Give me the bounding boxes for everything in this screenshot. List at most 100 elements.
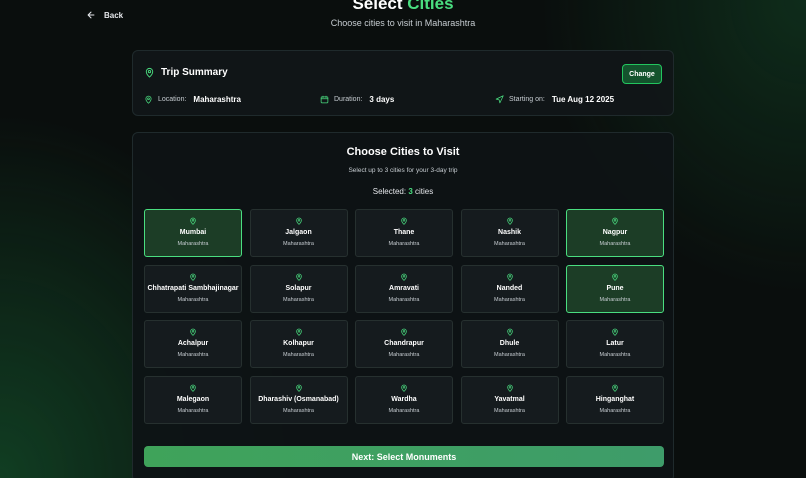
start-meta: Starting on: Tue Aug 12 2025 (495, 95, 614, 104)
city-state: Maharashtra (599, 352, 631, 358)
map-pin-icon (506, 328, 513, 336)
map-pin-icon (190, 328, 196, 336)
city-name: Amravati (389, 284, 419, 292)
city-name: Jalgaon (285, 229, 312, 236)
city-state: Maharashtra (599, 296, 631, 303)
city-name: Thane (393, 229, 415, 236)
city-card[interactable]: Nashik Maharashtra (460, 209, 559, 257)
map-pin-icon (612, 384, 618, 392)
map-pin-icon (190, 384, 196, 392)
city-card[interactable]: Nagpur Maharashtra (566, 209, 664, 257)
map-pin-icon (506, 384, 513, 392)
city-name: Kolhapur (283, 340, 314, 347)
selected-label: Selected: (372, 187, 407, 196)
city-name: Hinganghat (595, 395, 635, 403)
navigation-icon (495, 95, 504, 104)
start-value: Tue Aug 12 2025 (551, 95, 615, 104)
map-pin-icon (145, 95, 152, 104)
city-grid: Mumbai Maharashtra Jalgaon Maharashtra Thane… (144, 209, 664, 424)
map-pin-icon (506, 217, 513, 225)
city-name: Pune (606, 284, 624, 292)
duration-meta: Duration: 3 days (320, 95, 394, 104)
map-pin-icon (401, 217, 407, 225)
map-pin-icon (401, 328, 407, 336)
duration-value: 3 days (369, 95, 395, 104)
change-button[interactable]: Change (622, 64, 662, 84)
city-name: Yavatmal (494, 395, 525, 403)
city-name: Nagpur (602, 229, 628, 236)
city-state: Maharashtra (283, 241, 314, 247)
city-state: Maharashtra (283, 296, 314, 303)
city-card[interactable]: Dhule Maharashtra (460, 320, 559, 368)
city-card[interactable]: Pune Maharashtra (566, 264, 664, 313)
city-state: Maharashtra (599, 241, 631, 247)
city-card[interactable]: Mumbai Maharashtra (144, 209, 242, 257)
city-name: Chhatrapati Sambhajinagar (147, 284, 239, 292)
city-state: Maharashtra (494, 241, 525, 247)
city-state: Maharashtra (494, 407, 525, 414)
location-value: Maharashtra (193, 95, 241, 104)
city-card[interactable]: Amravati Maharashtra (355, 264, 453, 313)
map-pin-icon (295, 384, 302, 392)
city-state: Maharashtra (177, 241, 209, 247)
city-selection-panel: Choose Cities to Visit Select up to 3 ci… (132, 132, 674, 478)
start-label: Starting on: (509, 96, 545, 103)
city-name: Achalpur (177, 340, 209, 347)
city-card[interactable]: Chhatrapati Sambhajinagar Maharashtra (144, 264, 242, 313)
city-state: Maharashtra (494, 296, 525, 303)
city-card[interactable]: Thane Maharashtra (355, 209, 453, 257)
city-card[interactable]: Nanded Maharashtra (460, 264, 559, 313)
city-name: Dharashiv (Osmanabad) (258, 395, 339, 403)
map-pin-icon (295, 328, 302, 336)
city-state: Maharashtra (177, 352, 209, 358)
city-card[interactable]: Dharashiv (Osmanabad) Maharashtra (249, 375, 348, 424)
next-select-monuments-button[interactable]: Next: Select Monuments (144, 446, 664, 467)
city-card[interactable]: Latur Maharashtra (566, 320, 664, 368)
city-state: Maharashtra (388, 241, 420, 247)
city-name: Wardha (391, 395, 417, 403)
selected-count: Selected: 3 cities (133, 187, 673, 196)
selected-suffix: cities (415, 187, 434, 196)
city-card[interactable]: Achalpur Maharashtra (144, 320, 242, 368)
title-accent: Cities (407, 0, 454, 13)
map-pin-icon (401, 384, 407, 392)
city-state: Maharashtra (388, 296, 420, 303)
city-card[interactable]: Wardha Maharashtra (355, 375, 453, 424)
city-card[interactable]: Hinganghat Maharashtra (566, 375, 664, 424)
city-name: Dhule (499, 340, 520, 347)
city-state: Maharashtra (388, 407, 420, 414)
city-card[interactable]: Kolhapur Maharashtra (249, 320, 348, 368)
city-card[interactable]: Jalgaon Maharashtra (249, 209, 348, 257)
city-name: Nashik (498, 229, 521, 236)
city-card[interactable]: Solapur Maharashtra (249, 264, 348, 313)
map-pin-icon (295, 217, 302, 225)
city-name: Nanded (496, 284, 523, 292)
map-pin-icon (145, 67, 154, 78)
title-plain: Select (352, 0, 403, 13)
map-pin-icon (612, 217, 618, 225)
city-state: Maharashtra (388, 352, 420, 358)
city-name: Malegaon (176, 395, 210, 403)
city-state: Maharashtra (283, 352, 314, 358)
page-title: Select Cities (0, 0, 806, 14)
location-label: Location: (158, 96, 187, 103)
map-pin-icon (295, 273, 302, 281)
map-pin-icon (190, 273, 196, 281)
map-pin-icon (190, 217, 196, 225)
map-pin-icon (612, 273, 618, 281)
trip-summary-title: Trip Summary (144, 67, 228, 78)
city-state: Maharashtra (283, 407, 314, 414)
panel-title: Choose Cities to Visit (346, 146, 460, 158)
city-card[interactable]: Yavatmal Maharashtra (460, 375, 559, 424)
city-card[interactable]: Malegaon Maharashtra (144, 375, 242, 424)
panel-subtitle: Select up to 3 cities for your 3-day tri… (348, 167, 458, 174)
page-subtitle: Choose cities to visit in Maharashtra (330, 18, 476, 28)
trip-summary-label: Trip Summary (161, 67, 228, 78)
city-name: Solapur (285, 284, 312, 292)
city-card[interactable]: Chandrapur Maharashtra (355, 320, 453, 368)
trip-summary-card: Trip Summary Change Location: Maharashtr… (132, 50, 674, 116)
map-pin-icon (506, 273, 513, 281)
duration-label: Duration: (334, 96, 363, 103)
selected-count-value: 3 (408, 187, 413, 196)
city-name: Latur (606, 340, 624, 347)
